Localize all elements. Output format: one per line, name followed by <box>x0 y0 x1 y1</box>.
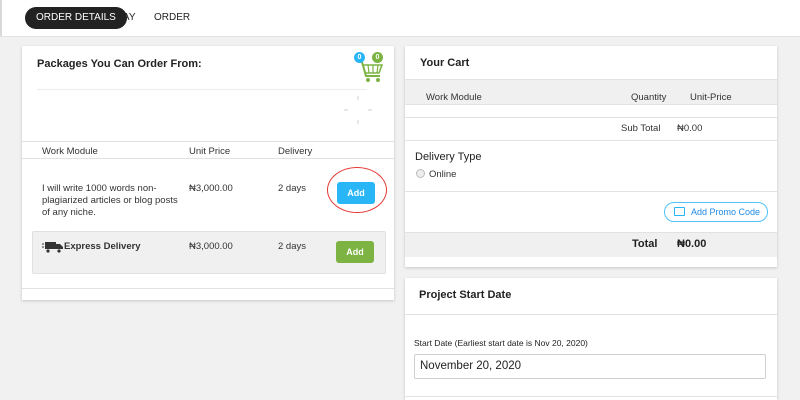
table-row-module: I will write 1000 words non- plagiarized… <box>42 183 192 219</box>
project-header-divider <box>405 314 777 315</box>
packages-title: Packages You Can Order From: <box>37 58 202 70</box>
col-work-module: Work Module <box>42 146 98 157</box>
truck-icon <box>42 240 64 253</box>
cart-body-divider <box>405 117 777 118</box>
cart-icon[interactable]: 0 0 <box>352 52 388 84</box>
col-delivery: Delivery <box>278 146 313 157</box>
total-value: ₦0.00 <box>677 238 707 250</box>
total-row <box>405 232 777 257</box>
row1-delivery: 2 days <box>278 183 306 194</box>
col-unit-price: Unit Price <box>189 146 231 157</box>
table-header-divider <box>22 158 394 159</box>
delivery-divider <box>405 191 777 192</box>
header-divider <box>37 89 367 90</box>
project-start-title: Project Start Date <box>419 289 512 301</box>
subtotal-label: Sub Total <box>621 123 661 134</box>
delivery-type-label: Delivery Type <box>415 151 482 163</box>
top-tab-bar: ORDER DETAILS PAY ORDER <box>0 0 800 37</box>
cart-col-quantity: Quantity <box>631 92 667 103</box>
subtotal-value: ₦0.00 <box>677 123 703 134</box>
project-start-card: Project Start Date Start Date (Earliest … <box>405 278 777 400</box>
online-radio[interactable] <box>416 169 425 178</box>
cart-thead-divider <box>405 104 777 105</box>
start-date-label: Start Date <box>414 338 453 348</box>
module-line-2: plagiarized articles or blog posts <box>42 195 178 206</box>
promo-label: Add Promo Code <box>691 207 761 217</box>
left-edge-line <box>0 0 2 36</box>
cart-badge-blue: 0 <box>354 52 365 63</box>
tab-order-details[interactable]: ORDER DETAILS <box>25 7 127 29</box>
start-date-input[interactable]: November 20, 2020 <box>414 354 766 379</box>
row2-price: ₦3,000.00 <box>189 241 233 252</box>
online-option-label: Online <box>429 169 457 180</box>
tab-order[interactable]: ORDER <box>154 7 190 29</box>
project-bottom-divider <box>405 396 777 397</box>
subtotal-divider <box>405 140 777 141</box>
module-line-1: I will write 1000 words non- <box>42 183 157 194</box>
packages-card: Packages You Can Order From: 0 0 Work Mo… <box>22 46 394 300</box>
loading-spinner-icon <box>342 94 374 126</box>
row1-price: ₦3,000.00 <box>189 183 233 194</box>
module-line-3: of any niche. <box>42 207 96 218</box>
ticket-icon <box>674 207 685 216</box>
cart-card: Your Cart Work Module Quantity Unit-Pric… <box>405 46 777 267</box>
row2-delivery: 2 days <box>278 241 306 252</box>
start-date-label-row: Start Date (Earliest start date is Nov 2… <box>414 338 588 348</box>
cart-col-work-module: Work Module <box>426 92 482 103</box>
tab-pay[interactable]: PAY <box>117 7 136 29</box>
packages-bottom-divider <box>22 288 394 289</box>
express-delivery-label: Express Delivery <box>64 241 141 252</box>
total-label: Total <box>632 238 658 250</box>
add-promo-code-button[interactable]: Add Promo Code <box>664 202 768 222</box>
add-button-article[interactable]: Add <box>337 182 375 204</box>
cart-title: Your Cart <box>420 57 470 69</box>
cart-badge-green: 0 <box>372 52 383 63</box>
start-date-value: November 20, 2020 <box>420 360 522 372</box>
add-button-express[interactable]: Add <box>336 241 374 263</box>
start-date-hint: (Earliest start date is Nov 20, 2020) <box>454 338 588 348</box>
cart-col-unit-price: Unit-Price <box>690 92 732 103</box>
express-delivery-row <box>32 231 386 274</box>
table-top-divider <box>22 141 394 142</box>
